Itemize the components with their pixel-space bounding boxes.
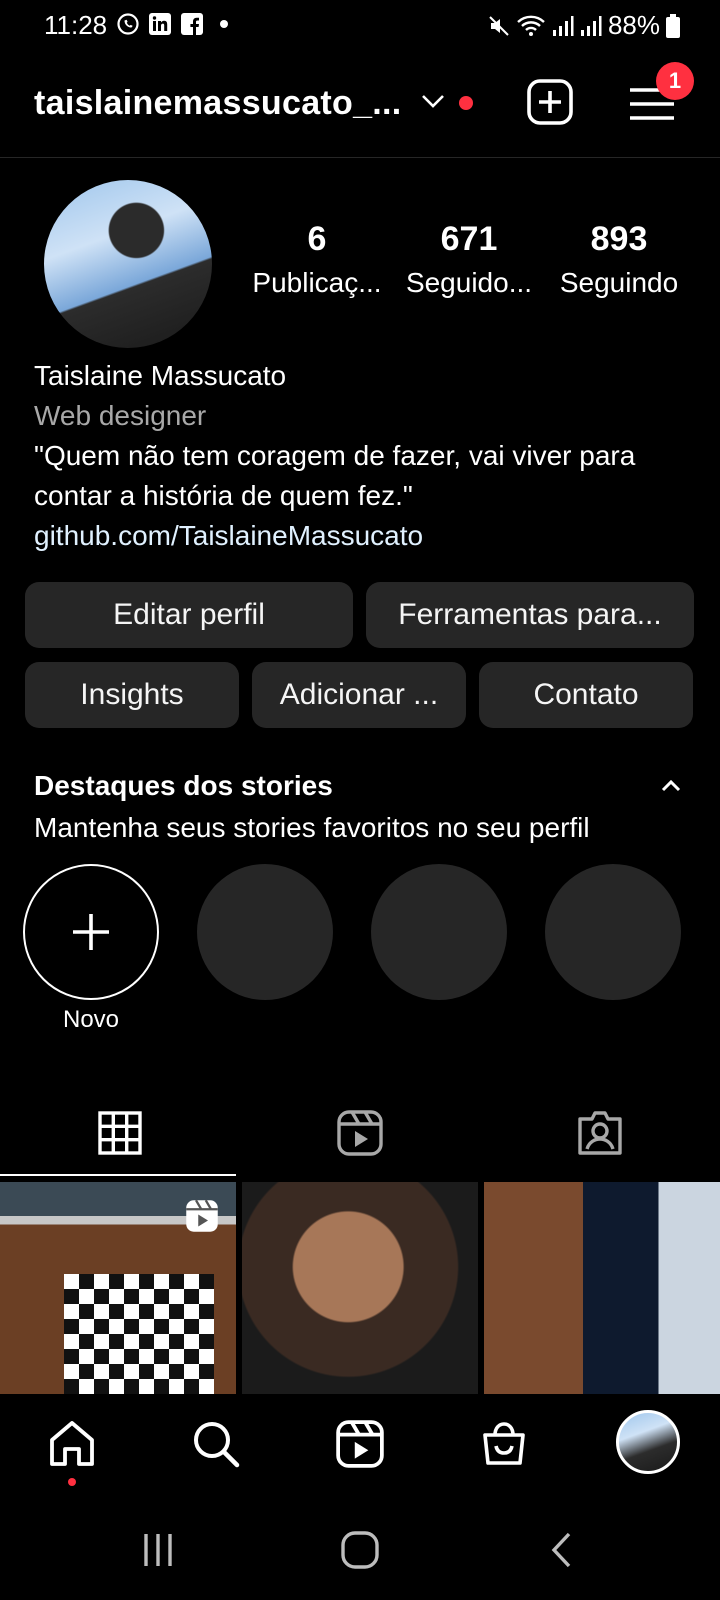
highlight-placeholder bbox=[371, 864, 507, 1000]
wifi-icon bbox=[517, 15, 545, 36]
account-notification-dot bbox=[459, 96, 473, 110]
status-bar: 11:28 88% bbox=[0, 0, 720, 52]
post-thumbnail[interactable] bbox=[0, 1182, 236, 1394]
menu-notification-badge: 1 bbox=[656, 62, 694, 100]
tab-reels[interactable] bbox=[240, 1090, 480, 1176]
posts-grid bbox=[0, 1182, 720, 1394]
home-icon bbox=[50, 1421, 94, 1466]
nav-shop[interactable] bbox=[474, 1414, 534, 1474]
signal-icon bbox=[552, 15, 574, 36]
stat-following[interactable]: 893 Seguindo bbox=[544, 220, 694, 299]
battery-icon bbox=[666, 13, 680, 38]
signal-icon-2 bbox=[580, 15, 602, 36]
stat-following-label: Seguindo bbox=[559, 267, 679, 298]
bio-text: "Quem não tem coragem de fazer, vai vive… bbox=[34, 440, 636, 511]
linkedin-icon bbox=[148, 12, 172, 36]
stat-followers[interactable]: 671 Seguido... bbox=[394, 220, 544, 299]
mute-icon bbox=[489, 15, 509, 36]
status-time: 11:28 bbox=[44, 10, 108, 40]
nav-search[interactable] bbox=[186, 1414, 246, 1474]
post-thumbnail[interactable] bbox=[484, 1182, 720, 1394]
home-system-button[interactable] bbox=[330, 1528, 390, 1572]
display-name: Taislaine Massucato bbox=[34, 360, 287, 391]
stat-followers-label: Seguido... bbox=[405, 267, 533, 298]
new-highlight-button[interactable] bbox=[23, 864, 159, 1000]
whatsapp-icon bbox=[116, 12, 140, 36]
chessboard-image bbox=[64, 1274, 214, 1394]
tab-tagged[interactable] bbox=[480, 1090, 720, 1176]
highlight-placeholder bbox=[197, 864, 333, 1000]
profile-category: Web designer bbox=[34, 400, 207, 431]
back-chevron-icon bbox=[551, 1532, 571, 1568]
status-app-icons bbox=[116, 12, 228, 36]
contact-button[interactable]: Contato bbox=[479, 662, 693, 728]
edit-profile-button[interactable]: Editar perfil bbox=[25, 582, 353, 648]
reels-icon bbox=[337, 1110, 383, 1156]
search-icon bbox=[194, 1422, 240, 1468]
nav-reels[interactable] bbox=[330, 1414, 390, 1474]
status-right: 88% bbox=[488, 10, 680, 41]
bio-link[interactable]: github.com/TaislaineMassucato bbox=[34, 516, 694, 556]
tab-posts-grid[interactable] bbox=[0, 1090, 240, 1176]
plus-icon bbox=[73, 914, 109, 950]
notification-dot-icon bbox=[220, 20, 228, 28]
username-switcher[interactable]: taislainemassucato_... bbox=[34, 84, 402, 123]
highlights-title: Destaques dos stories bbox=[34, 770, 333, 801]
grid-icon bbox=[98, 1111, 142, 1155]
active-tab-indicator bbox=[0, 1174, 236, 1176]
add-button[interactable]: Adicionar ... bbox=[252, 662, 466, 728]
home-circle-icon bbox=[341, 1531, 379, 1569]
reels-icon bbox=[336, 1420, 384, 1468]
insights-button[interactable]: Insights bbox=[25, 662, 239, 728]
stat-following-count: 893 bbox=[590, 220, 648, 258]
highlight-placeholder bbox=[545, 864, 681, 1000]
new-highlight-label: Novo bbox=[62, 1006, 120, 1033]
recent-apps-icon bbox=[144, 1534, 172, 1566]
nav-profile-avatar[interactable] bbox=[616, 1410, 680, 1474]
stat-posts[interactable]: 6 Publicaç... bbox=[242, 220, 392, 299]
chevron-down-icon[interactable] bbox=[420, 92, 446, 110]
bottom-navigation bbox=[0, 1394, 720, 1498]
home-notification-dot bbox=[68, 1478, 76, 1486]
recent-apps-button[interactable] bbox=[128, 1528, 188, 1572]
battery-percent: 88% bbox=[607, 10, 660, 40]
shop-icon bbox=[483, 1422, 525, 1465]
back-button[interactable] bbox=[532, 1528, 592, 1572]
nav-home[interactable] bbox=[42, 1414, 102, 1474]
stat-posts-count: 6 bbox=[307, 220, 327, 258]
post-thumbnail[interactable] bbox=[242, 1182, 478, 1394]
content-tabs bbox=[0, 1090, 720, 1176]
professional-tools-button[interactable]: Ferramentas para... bbox=[366, 582, 694, 648]
stat-posts-label: Publicaç... bbox=[252, 267, 382, 298]
tagged-icon bbox=[578, 1111, 622, 1155]
reel-badge-icon bbox=[186, 1199, 218, 1232]
profile-header: taislainemassucato_... 1 bbox=[0, 62, 720, 158]
profile-avatar[interactable] bbox=[44, 180, 212, 348]
highlights-subtitle: Mantenha seus stories favoritos no seu p… bbox=[34, 812, 590, 843]
system-navigation bbox=[0, 1498, 720, 1600]
chevron-up-icon[interactable] bbox=[660, 778, 682, 792]
new-post-icon[interactable] bbox=[526, 78, 574, 126]
profile-bio: Taislaine Massucato Web designer "Quem n… bbox=[34, 356, 694, 556]
facebook-icon bbox=[180, 12, 204, 36]
stat-followers-count: 671 bbox=[440, 220, 498, 258]
